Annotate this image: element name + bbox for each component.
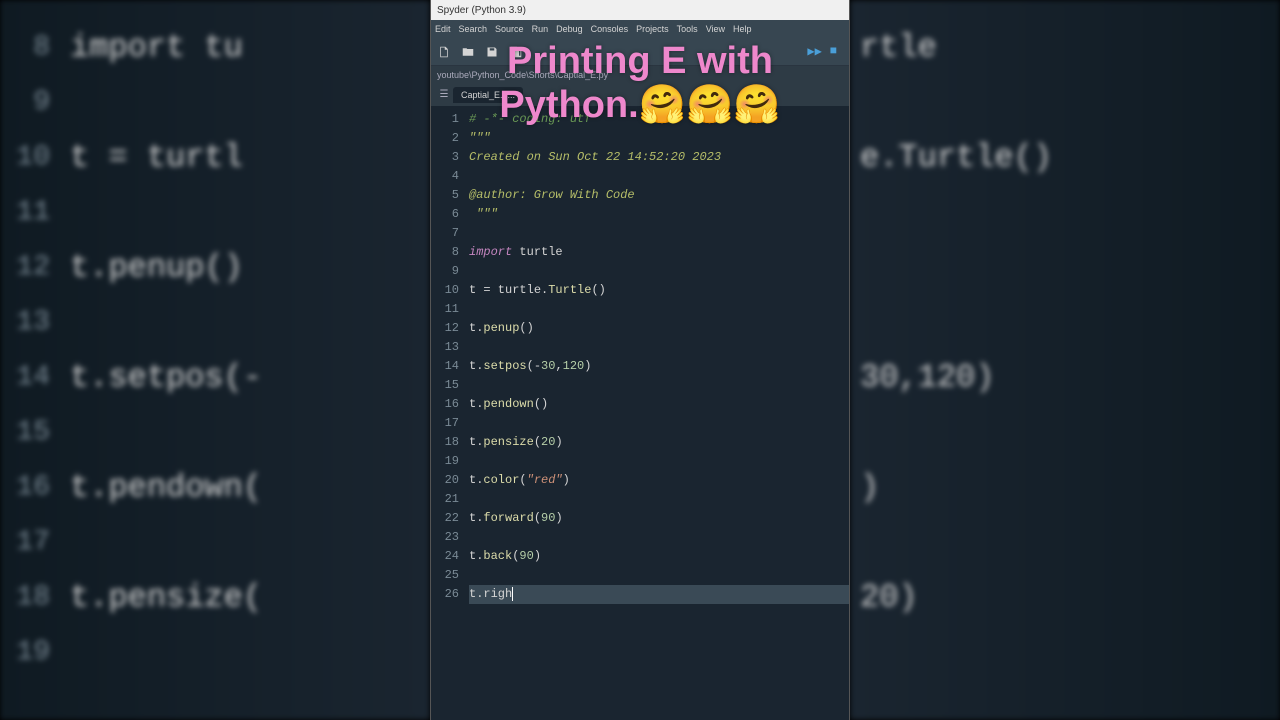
line-number: 11 <box>431 300 469 319</box>
menu-consoles[interactable]: Consoles <box>591 24 629 34</box>
code-line[interactable]: t.righ <box>469 585 849 604</box>
window-title: Spyder (Python 3.9) <box>437 5 526 16</box>
tab-list-icon[interactable]: ☰ <box>437 88 451 102</box>
line-number: 16 <box>431 395 469 414</box>
background-code-right: rtlee.Turtle()30,120))20) <box>850 0 1280 720</box>
line-number: 10 <box>431 281 469 300</box>
text-cursor <box>512 587 513 601</box>
line-number: 3 <box>431 148 469 167</box>
file-path: youtube\Python_Code\Shorts\Captial_E.py <box>437 70 608 80</box>
line-number: 2 <box>431 129 469 148</box>
code-line[interactable]: Created on Sun Oct 22 14:52:20 2023 <box>469 148 849 167</box>
code-line[interactable]: @author: Grow With Code <box>469 186 849 205</box>
line-number: 22 <box>431 509 469 528</box>
open-folder-icon[interactable] <box>461 45 475 59</box>
code-line[interactable]: t.setpos(-30,120) <box>469 357 849 376</box>
menu-run[interactable]: Run <box>532 24 549 34</box>
line-number: 9 <box>431 262 469 281</box>
code-line[interactable] <box>469 452 849 471</box>
file-tab-label: Captial_E.p... <box>461 90 515 100</box>
code-editor[interactable]: 1234567891011121314151617181920212223242… <box>431 106 849 720</box>
save-all-icon[interactable] <box>509 45 523 59</box>
code-line[interactable] <box>469 490 849 509</box>
code-line[interactable] <box>469 224 849 243</box>
line-number: 23 <box>431 528 469 547</box>
code-line[interactable]: t = turtle.Turtle() <box>469 281 849 300</box>
code-line[interactable]: t.pensize(20) <box>469 433 849 452</box>
code-line[interactable] <box>469 262 849 281</box>
code-line[interactable] <box>469 300 849 319</box>
code-line[interactable] <box>469 414 849 433</box>
file-path-bar: youtube\Python_Code\Shorts\Captial_E.py <box>431 66 849 84</box>
code-line[interactable] <box>469 338 849 357</box>
line-number: 25 <box>431 566 469 585</box>
menu-source[interactable]: Source <box>495 24 524 34</box>
run-fast-icon[interactable]: ▶▶ <box>807 44 821 59</box>
line-number: 4 <box>431 167 469 186</box>
background-code-left: 8import tu910t = turtl1112t.penup()1314t… <box>0 0 430 720</box>
window-title-bar: Spyder (Python 3.9) <box>431 0 849 20</box>
code-line[interactable]: """ <box>469 205 849 224</box>
menu-edit[interactable]: Edit <box>435 24 451 34</box>
toolbar: ▶▶ ■ <box>431 38 849 66</box>
line-number: 26 <box>431 585 469 604</box>
new-file-icon[interactable] <box>437 45 451 59</box>
line-number: 24 <box>431 547 469 566</box>
code-line[interactable] <box>469 167 849 186</box>
code-line[interactable] <box>469 566 849 585</box>
line-number: 19 <box>431 452 469 471</box>
line-number: 5 <box>431 186 469 205</box>
code-line[interactable]: # -*- coding: utf <box>469 110 849 129</box>
line-number: 13 <box>431 338 469 357</box>
code-text-area[interactable]: # -*- coding: utf"""Created on Sun Oct 2… <box>469 106 849 720</box>
line-number-gutter: 1234567891011121314151617181920212223242… <box>431 106 469 720</box>
line-number: 18 <box>431 433 469 452</box>
code-line[interactable]: import turtle <box>469 243 849 262</box>
save-icon[interactable] <box>485 45 499 59</box>
code-line[interactable]: """ <box>469 129 849 148</box>
line-number: 14 <box>431 357 469 376</box>
menu-bar: Edit Search Source Run Debug Consoles Projects… <box>431 20 849 38</box>
code-line[interactable]: t.penup() <box>469 319 849 338</box>
stop-icon[interactable]: ■ <box>830 44 837 59</box>
menu-help[interactable]: Help <box>733 24 752 34</box>
line-number: 6 <box>431 205 469 224</box>
spyder-main-window: Spyder (Python 3.9) Edit Search Source Run D… <box>430 0 850 720</box>
menu-search[interactable]: Search <box>459 24 488 34</box>
line-number: 7 <box>431 224 469 243</box>
run-controls: ▶▶ ■ <box>807 44 837 59</box>
file-tab-active[interactable]: Captial_E.p... <box>453 87 523 103</box>
line-number: 8 <box>431 243 469 262</box>
menu-tools[interactable]: Tools <box>677 24 698 34</box>
menu-view[interactable]: View <box>706 24 725 34</box>
line-number: 21 <box>431 490 469 509</box>
code-line[interactable]: t.forward(90) <box>469 509 849 528</box>
line-number: 12 <box>431 319 469 338</box>
editor-tab-bar: ☰ Captial_E.p... <box>431 84 849 106</box>
line-number: 20 <box>431 471 469 490</box>
code-line[interactable] <box>469 528 849 547</box>
code-line[interactable]: t.back(90) <box>469 547 849 566</box>
line-number: 1 <box>431 110 469 129</box>
line-number: 15 <box>431 376 469 395</box>
code-line[interactable] <box>469 376 849 395</box>
menu-debug[interactable]: Debug <box>556 24 583 34</box>
code-line[interactable]: t.color("red") <box>469 471 849 490</box>
menu-projects[interactable]: Projects <box>636 24 669 34</box>
code-line[interactable]: t.pendown() <box>469 395 849 414</box>
line-number: 17 <box>431 414 469 433</box>
